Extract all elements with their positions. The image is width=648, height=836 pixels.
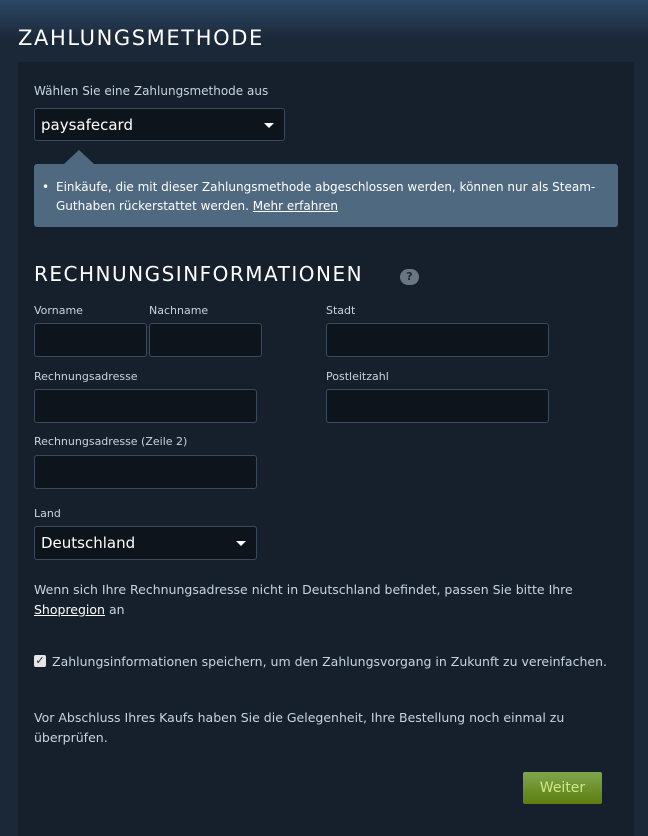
payment-panel: Wählen Sie eine Zahlungsmethode aus pays… — [18, 62, 634, 836]
payment-notice: • Einkäufe, die mit dieser Zahlungsmetho… — [34, 150, 618, 227]
payment-method-value: paysafecard — [41, 115, 133, 134]
address-input[interactable] — [34, 389, 257, 423]
notice-text: Einkäufe, die mit dieser Zahlungsmethode… — [56, 178, 608, 216]
payment-method-label: Wählen Sie eine Zahlungsmethode aus — [34, 84, 269, 98]
review-note: Vor Abschluss Ihres Kaufs haben Sie die … — [34, 710, 565, 745]
region-note: Wenn sich Ihre Rechnungsadresse nicht in… — [34, 580, 604, 620]
learn-more-link[interactable]: Mehr erfahren — [253, 199, 338, 213]
address-line2-input[interactable] — [34, 455, 257, 489]
continue-button[interactable]: Weiter — [523, 772, 602, 804]
last-name-label: Nachname — [149, 304, 209, 317]
chevron-down-icon — [264, 122, 274, 128]
shop-region-link[interactable]: Shopregion — [34, 602, 105, 617]
save-payment-label: Zahlungsinformationen speichern, um den … — [52, 654, 607, 669]
postal-code-label: Postleitzahl — [326, 370, 389, 383]
page-title: ZAHLUNGSMETHODE — [18, 26, 264, 50]
country-value: Deutschland — [41, 534, 136, 552]
address-line2-label: Rechnungsadresse (Zeile 2) — [34, 435, 188, 448]
country-label: Land — [34, 507, 61, 520]
first-name-label: Vorname — [34, 304, 83, 317]
save-payment-checkbox[interactable]: ✓ — [34, 655, 46, 667]
help-icon[interactable]: ? — [400, 269, 419, 285]
city-label: Stadt — [326, 304, 356, 317]
address-label: Rechnungsadresse — [34, 370, 138, 383]
city-input[interactable] — [326, 323, 549, 357]
chevron-down-icon — [236, 541, 246, 546]
region-note-text: Wenn sich Ihre Rechnungsadresse nicht in… — [34, 582, 573, 597]
first-name-input[interactable] — [34, 323, 147, 357]
country-select[interactable]: Deutschland — [34, 526, 257, 560]
billing-section-title: RECHNUNGSINFORMATIONEN — [34, 262, 364, 286]
postal-code-input[interactable] — [326, 389, 549, 423]
last-name-input[interactable] — [149, 323, 262, 357]
bullet-icon: • — [42, 180, 50, 194]
payment-method-select[interactable]: paysafecard — [34, 108, 285, 141]
region-note-suffix: an — [108, 602, 125, 617]
